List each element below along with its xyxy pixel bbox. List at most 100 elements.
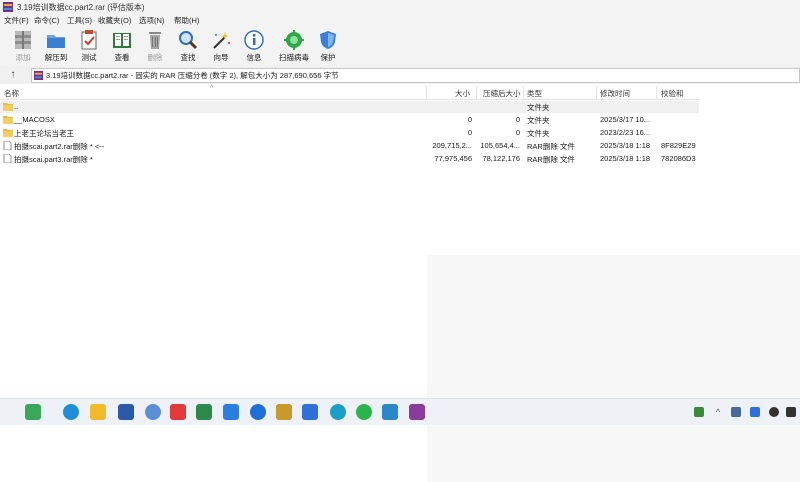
col-type[interactable]: 类型 xyxy=(527,88,542,99)
wifi-icon[interactable] xyxy=(769,407,779,417)
view-book-icon xyxy=(113,33,131,48)
virus-scan-icon xyxy=(284,30,304,50)
folder-icon xyxy=(3,129,13,137)
item-name: __MACOSX xyxy=(14,115,55,124)
folder-icon xyxy=(3,116,13,124)
sort-indicator: ^ xyxy=(210,85,214,92)
edge-browser-icon[interactable] xyxy=(63,404,79,420)
find-label: 查找 xyxy=(180,53,196,62)
view-button[interactable]: 查看 xyxy=(104,28,140,64)
item-packed-size: 105,654,4... xyxy=(480,141,520,150)
item-modified: 2025/3/18 1:18 xyxy=(600,141,651,150)
recycle-bin-icon[interactable] xyxy=(25,404,41,420)
chevron-up-icon[interactable]: ^ xyxy=(713,407,723,417)
network-tray-icon[interactable] xyxy=(731,407,741,417)
item-type: 文件夹 xyxy=(527,129,550,138)
virus-scan-label: 扫描病毒 xyxy=(279,53,309,62)
powershell-icon[interactable] xyxy=(118,404,134,420)
wizard-button[interactable]: 向导 xyxy=(203,28,239,64)
info-label: 信息 xyxy=(246,53,262,62)
item-type: 文件夹 xyxy=(527,116,550,125)
list-item[interactable]: .. 文件夹 xyxy=(0,101,699,113)
extract-to-button[interactable]: 解压到 xyxy=(38,28,74,64)
virus-scan-button[interactable]: 扫描病毒 xyxy=(276,28,312,64)
col-name[interactable]: 名称 xyxy=(4,88,19,99)
wps-office-icon[interactable] xyxy=(170,404,186,420)
item-name: 拍摄scai.part3.rar删除 * xyxy=(14,155,93,164)
archive-path: 3.19培训数据cc.part2.rar - 固实的 RAR 压缩分卷 (数字 … xyxy=(46,71,339,80)
file-icon xyxy=(3,141,12,150)
col-modified[interactable]: 修改时间 xyxy=(600,88,630,99)
address-path-box[interactable]: 3.19培训数据cc.part2.rar - 固实的 RAR 压缩分卷 (数字 … xyxy=(31,68,800,83)
notepad-icon[interactable] xyxy=(382,404,398,420)
feishu-icon[interactable] xyxy=(223,404,239,420)
shield-app-icon[interactable] xyxy=(302,404,318,420)
extract-to-icon xyxy=(47,35,65,48)
item-modified: 2023/2/23 16... xyxy=(600,128,651,137)
item-type: RAR删除 文件 xyxy=(527,142,575,151)
item-size: 209,715,2... xyxy=(432,141,472,150)
item-packed-size: 0 xyxy=(515,115,520,124)
item-checksum: 8F829E29 xyxy=(661,141,696,150)
item-packed-size: 0 xyxy=(515,128,520,137)
file-icon xyxy=(3,154,12,163)
item-modified: 2025/3/17 10... xyxy=(600,115,651,124)
menu-commands[interactable]: 命令(C) xyxy=(34,15,59,26)
network-app-icon[interactable] xyxy=(145,404,161,420)
find-magnifier-icon xyxy=(179,31,198,50)
winrar-icon[interactable] xyxy=(409,404,425,420)
item-name: 上老王论坛当老王 xyxy=(14,129,74,138)
item-checksum: 782086D3 xyxy=(661,154,696,163)
wechat-icon[interactable] xyxy=(356,404,372,420)
col-packed-size[interactable]: 压缩后大小 xyxy=(483,88,521,99)
info-button[interactable]: 信息 xyxy=(236,28,272,64)
protect-shield-icon xyxy=(320,31,336,49)
item-modified: 2025/3/18 1:18 xyxy=(600,154,651,163)
security-tray-icon[interactable] xyxy=(750,407,760,417)
menu-file[interactable]: 文件(F) xyxy=(4,15,29,26)
up-folder-button[interactable]: ↑ xyxy=(3,69,23,81)
list-header: ^ 名称 大小 压缩后大小 类型 修改时间 校验和 xyxy=(0,85,699,100)
toolbar: 添加 解压到 测试 查看 删除 查找 向导 信息 扫描病毒 保护 xyxy=(0,26,800,66)
delete-trash-icon xyxy=(149,32,161,49)
delete-button[interactable]: 删除 xyxy=(137,28,173,64)
list-item[interactable]: 拍摄scai.part2.rar删除 * <-- 209,715,2... 10… xyxy=(0,140,699,152)
menu-options[interactable]: 选项(N) xyxy=(139,15,164,26)
item-type: RAR删除 文件 xyxy=(527,155,575,164)
file-explorer-icon[interactable] xyxy=(90,404,106,420)
list-item[interactable]: __MACOSX 0 0 文件夹 2025/3/17 10... xyxy=(0,114,699,126)
item-size: 0 xyxy=(467,128,472,137)
item-name: 拍摄scai.part2.rar删除 * <-- xyxy=(14,142,105,151)
list-item[interactable]: 拍摄scai.part3.rar删除 * 77,975,456 78,122,1… xyxy=(0,153,699,165)
menu-bar: 文件(F) 命令(C) 工具(S) 收藏夹(O) 选项(N) 帮助(H) xyxy=(0,14,800,26)
title-bar: 3.19培训数据cc.part2.rar (评估版本) xyxy=(0,0,800,14)
tray-app-icon[interactable] xyxy=(694,407,704,417)
menu-favorites[interactable]: 收藏夹(O) xyxy=(98,15,131,26)
extract-to-label: 解压到 xyxy=(44,53,68,62)
list-item[interactable]: 上老王论坛当老王 0 0 文件夹 2023/2/23 16... xyxy=(0,127,699,139)
test-icon xyxy=(81,30,97,50)
menu-help[interactable]: 帮助(H) xyxy=(174,15,199,26)
winrar-app-icon xyxy=(3,2,13,12)
add-label: 添加 xyxy=(15,53,31,62)
empty-area xyxy=(427,255,800,482)
add-archive-icon xyxy=(15,31,31,49)
item-size: 0 xyxy=(467,115,472,124)
media-player-icon[interactable] xyxy=(196,404,212,420)
browser-app-icon[interactable] xyxy=(330,404,346,420)
test-button[interactable]: 测试 xyxy=(71,28,107,64)
wizard-wand-icon xyxy=(213,32,231,49)
delete-label: 删除 xyxy=(147,53,163,62)
info-icon xyxy=(244,30,264,50)
volume-icon[interactable] xyxy=(786,407,796,417)
menu-tools[interactable]: 工具(S) xyxy=(67,15,92,26)
chat-app-icon[interactable] xyxy=(250,404,266,420)
find-button[interactable]: 查找 xyxy=(170,28,206,64)
mascot-app-icon[interactable] xyxy=(276,404,292,420)
item-size: 77,975,456 xyxy=(434,154,472,163)
protect-button[interactable]: 保护 xyxy=(310,28,346,64)
col-size[interactable]: 大小 xyxy=(455,88,470,99)
file-list: ^ 名称 大小 压缩后大小 类型 修改时间 校验和 .. 文件夹 __MACOS… xyxy=(0,84,800,482)
col-checksum[interactable]: 校验和 xyxy=(661,88,684,99)
add-button[interactable]: 添加 xyxy=(5,28,41,64)
